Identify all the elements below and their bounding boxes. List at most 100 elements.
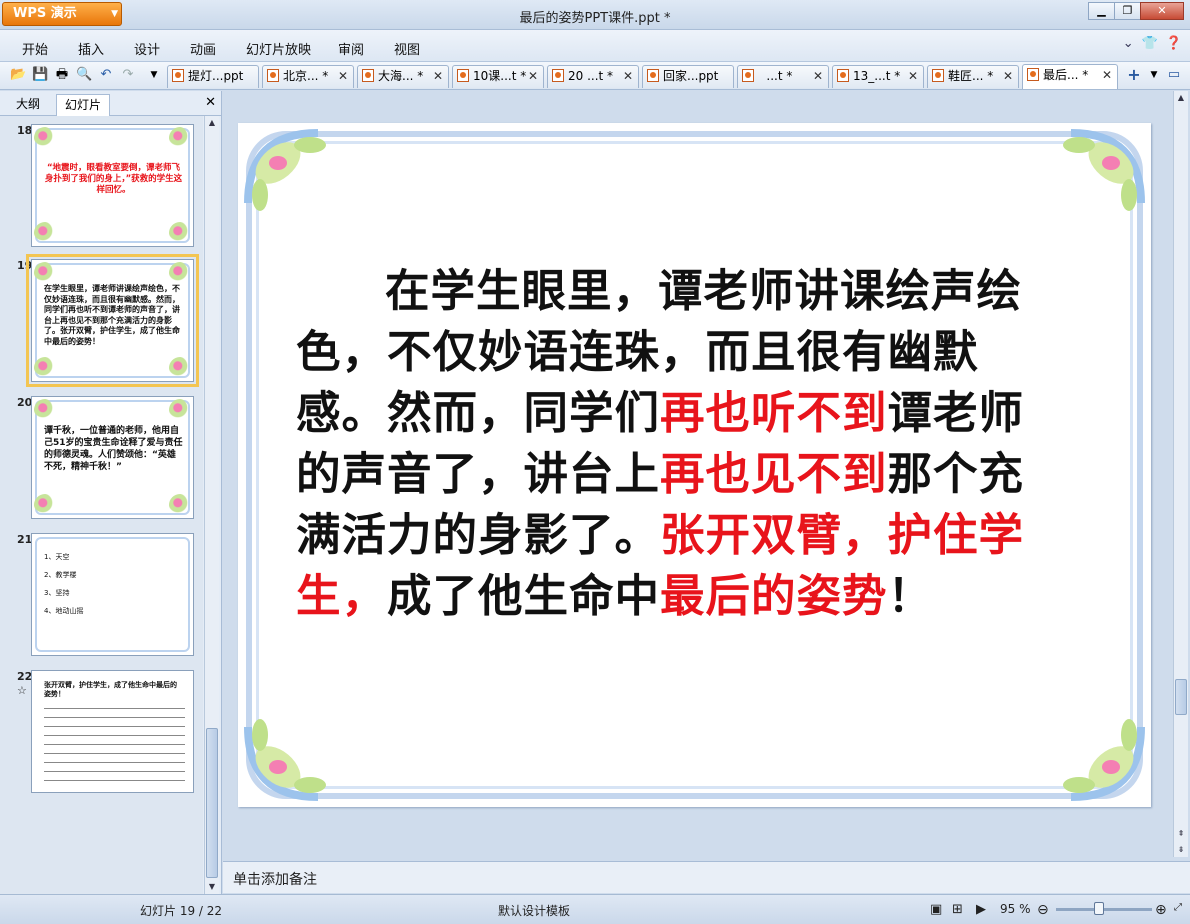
close-tab-icon[interactable]: ✕ [623,66,633,87]
menu-animation[interactable]: 动画 [190,39,216,58]
corner-flower-decoration [244,129,326,211]
slide-counter: 幻灯片 19 / 22 [140,904,223,918]
corner-flower-decoration [244,719,326,801]
close-tab-icon[interactable]: ✕ [1003,66,1013,87]
tab-slides[interactable]: 幻灯片 [56,94,111,116]
tab-list-icon[interactable]: ▼ [1146,67,1162,83]
undo-icon[interactable]: ↶ [98,67,114,83]
doc-tab-label: 大海... * [378,69,424,83]
slide-thumbnail[interactable]: “地震时，眼看教室要倒，谭老师飞身扑到了我们的身上，”获救的学生这样回忆。 [31,124,194,247]
scroll-up-icon[interactable]: ▲ [205,116,219,130]
close-tab-icon[interactable]: ✕ [1102,65,1112,86]
print-icon[interactable]: 🖶 [54,67,70,83]
doc-tab[interactable]: 北京... * ✕ [262,65,354,88]
document-title: 最后的姿势PPT课件.ppt * [519,11,671,26]
slideshow-icon[interactable]: ▶ [976,902,986,917]
close-tab-icon[interactable]: ✕ [528,66,538,87]
menu-bar: 开始 插入 设计 动画 幻灯片放映 审阅 视图 ⌄ 👕 ❓ [0,30,1190,62]
slide-sorter-icon[interactable]: ⊞ [952,902,963,917]
doc-tab-label: 提灯...ppt [188,69,244,83]
close-tab-icon[interactable]: ✕ [813,66,823,87]
fit-window-icon[interactable]: ⤢ [1174,902,1182,913]
slide-body-text[interactable]: 在学生眼里，谭老师讲课绘声绘色，不仅妙语连珠，而且很有幽默感。然而，同学们再也听… [296,261,1066,627]
doc-tab[interactable]: 提灯...ppt [167,65,259,88]
doc-tab[interactable]: 鞋匠... * ✕ [927,65,1019,88]
template-name: 默认设计模板 [498,904,571,918]
slide-scrollbar[interactable]: ▲ ⇞ ⇟ [1173,91,1188,857]
minimize-icon[interactable]: ▁ [1088,2,1115,20]
status-bar: 幻灯片 19 / 22 默认设计模板 ▣ ⊞ ▶ 95 % ⊖ ⊕ ⤢ [0,894,1190,924]
doc-tab-label: 10课...t * [473,69,527,83]
menu-review[interactable]: 审阅 [338,39,364,58]
next-slide-icon[interactable]: ⇟ [1174,843,1188,857]
ppt-file-icon [362,69,374,82]
corner-flower-decoration [1063,719,1145,801]
open-folder-icon[interactable]: 📂 [10,67,26,83]
scroll-up-icon[interactable]: ▲ [1174,91,1188,105]
thumbnail-text: “地震时，眼看教室要倒，谭老师飞身扑到了我们的身上，”获救的学生这样回忆。 [44,163,183,195]
close-tab-icon[interactable]: ✕ [433,66,443,87]
slide-thumbnail-selected[interactable]: 在学生眼里，谭老师讲课绘声绘色，不仅妙语连珠，而且很有幽默感。然而，同学们再也听… [26,254,199,387]
zoom-in-icon[interactable]: ⊕ [1155,902,1167,918]
customize-toolbar-icon[interactable]: ▼ [146,67,162,83]
doc-tab-label: 回家...ppt [663,69,719,83]
slide-thumbnail[interactable]: 1、天空 2、教学楼 3、坚持 4、地动山摇 [31,533,194,656]
doc-tab[interactable]: 10课...t * ✕ [452,65,544,88]
scrollbar-thumb[interactable] [206,728,218,878]
zoom-slider-knob[interactable] [1094,902,1104,915]
tab-outline[interactable]: 大纲 [8,94,48,116]
doc-tab-active[interactable]: 最后... * ✕ [1022,64,1118,89]
animation-star-icon: ☆ [17,684,27,697]
ppt-file-icon [457,69,469,82]
doc-tab[interactable]: 13_...t * ✕ [832,65,924,88]
doc-tab[interactable]: 20 ...t * ✕ [547,65,639,88]
zoom-slider[interactable] [1056,908,1152,911]
help-icon[interactable]: ❓ [1166,36,1182,51]
close-icon[interactable]: ✕ [1140,2,1184,20]
doc-tab[interactable]: 大海... * ✕ [357,65,449,88]
menu-design[interactable]: 设计 [134,39,160,58]
slide-editor: 在学生眼里，谭老师讲课绘声绘色，不仅妙语连珠，而且很有幽默感。然而，同学们再也听… [223,91,1190,857]
thumbnail-line: 1、天空 [44,553,70,561]
doc-tab-label: 北京... * [283,69,329,83]
window-layout-icon[interactable]: ▭ [1166,67,1182,83]
close-tab-icon[interactable]: ✕ [338,66,348,87]
slide-thumbnail[interactable]: 谭千秋，一位普通的老师，他用自己51岁的宝贵生命诠释了爱与责任的师德灵魂。人们赞… [31,396,194,519]
menu-home[interactable]: 开始 [22,39,48,58]
print-preview-icon[interactable]: 🔍 [76,67,92,83]
doc-tab-label: 鞋匠... * [948,69,994,83]
thumbnail-text: 张开双臂，护住学生，成了他生命中最后的姿势！ [44,681,177,698]
close-icon[interactable]: ✕ [205,95,216,110]
skin-icon[interactable]: 👕 [1142,36,1158,51]
scrollbar-thumb[interactable] [1175,679,1187,715]
current-slide[interactable]: 在学生眼里，谭老师讲课绘声绘色，不仅妙语连珠，而且很有幽默感。然而，同学们再也听… [238,123,1151,807]
redo-icon[interactable]: ↷ [120,67,136,83]
close-tab-icon[interactable]: ✕ [908,66,918,87]
doc-tab[interactable]: 回家...ppt [642,65,734,88]
thumbnail-scrollbar[interactable]: ▲ ▼ [204,116,219,894]
menu-view[interactable]: 视图 [394,39,420,58]
thumbnail-text: 谭千秋，一位普通的老师，他用自己51岁的宝贵生命诠释了爱与责任的师德灵魂。人们赞… [44,426,183,472]
thumbnail-text: 1、天空 2、教学楼 3、坚持 4、地动山摇 [44,548,183,620]
slide-thumbnail[interactable]: 张开双臂，护住学生，成了他生命中最后的姿势！ [31,670,194,793]
new-tab-icon[interactable]: + [1126,67,1142,83]
zoom-out-icon[interactable]: ⊖ [1037,902,1049,918]
doc-tab[interactable]: ...t * ✕ [737,65,829,88]
previous-slide-icon[interactable]: ⇞ [1174,827,1188,841]
notes-pane[interactable]: 单击添加备注 [223,861,1190,893]
menu-slideshow[interactable]: 幻灯片放映 [246,39,311,58]
zoom-level: 95 % [1000,902,1031,916]
scroll-down-icon[interactable]: ▼ [205,880,219,894]
save-icon[interactable]: 💾 [32,67,48,83]
thumbnail-body-lines [44,703,185,786]
title-bar: WPS 演示 ▼ 最后的姿势PPT课件.ppt * ▁ ❐ ✕ [0,0,1190,30]
text-run-red: 最后的姿势 [660,570,888,622]
ppt-file-icon [1027,68,1039,81]
ppt-file-icon [267,69,279,82]
menu-insert[interactable]: 插入 [78,39,104,58]
slides-panel: 大纲 幻灯片 ✕ 18 “地震时，眼看教室要倒，谭老师飞身扑到了我们的身上，”获… [0,91,222,894]
maximize-icon[interactable]: ❐ [1114,2,1141,20]
collapse-ribbon-icon[interactable]: ⌄ [1123,36,1134,51]
thumbnail-line: 3、坚持 [44,589,70,597]
normal-view-icon[interactable]: ▣ [930,902,942,917]
